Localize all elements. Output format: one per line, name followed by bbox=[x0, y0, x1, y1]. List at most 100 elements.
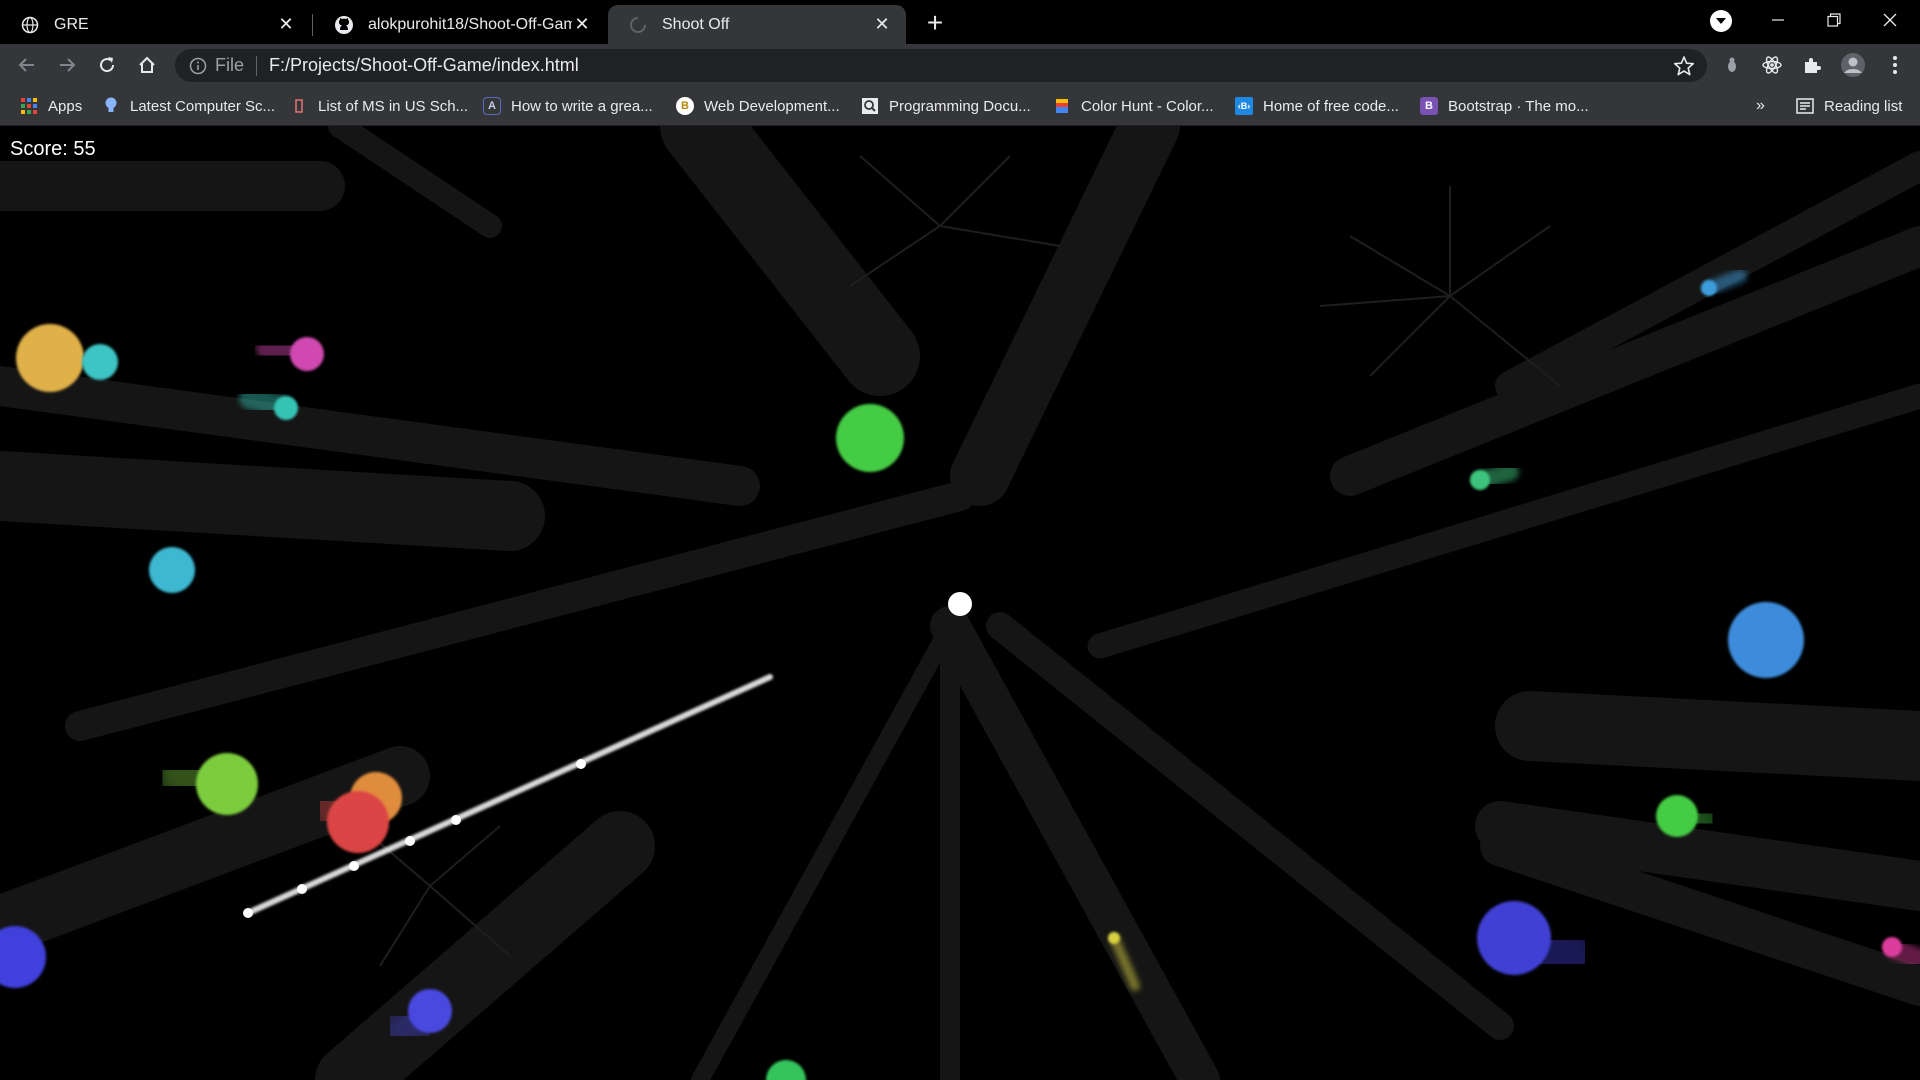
tab-strip: GRE ✕ alokpurohit18/Shoot-Off-Game: A ✕ … bbox=[0, 0, 1920, 44]
trail bbox=[1330, 226, 1920, 496]
particle bbox=[939, 155, 1011, 227]
globe-icon bbox=[20, 15, 40, 35]
tab-title: GRE bbox=[54, 15, 89, 33]
particle bbox=[859, 155, 941, 227]
back-button[interactable] bbox=[12, 50, 42, 80]
enemy bbox=[1477, 901, 1600, 988]
close-icon[interactable]: ✕ bbox=[572, 14, 592, 35]
bootstrap-icon: B bbox=[1420, 97, 1438, 115]
url-text[interactable]: F:/Projects/Shoot-Off-Game/index.html bbox=[269, 55, 579, 76]
tab-separator bbox=[312, 14, 313, 36]
bookmark-label: How to write a grea... bbox=[511, 97, 653, 115]
toolbar: File F:/Projects/Shoot-Off-Game/index.ht… bbox=[0, 44, 1920, 86]
lightbulb-icon bbox=[102, 97, 120, 115]
projectile bbox=[297, 884, 307, 894]
bookmark-label: Latest Computer Sc... bbox=[130, 97, 276, 115]
color-hunt-icon bbox=[1053, 97, 1071, 115]
particle bbox=[1369, 295, 1451, 377]
apps-grid-icon bbox=[20, 97, 38, 115]
tab-gre[interactable]: GRE ✕ bbox=[0, 5, 310, 44]
search-doc-icon bbox=[861, 97, 879, 115]
bookmark-label: Bootstrap · The mo... bbox=[1448, 97, 1589, 115]
bookmark-label: Programming Docu... bbox=[889, 97, 1031, 115]
url-scheme-label: File bbox=[215, 55, 245, 75]
trail bbox=[1087, 383, 1920, 659]
extensions-puzzle-icon[interactable] bbox=[1797, 50, 1827, 80]
bookmark-web-development[interactable]: B Web Development... bbox=[676, 94, 840, 118]
close-icon[interactable]: ✕ bbox=[276, 14, 296, 35]
forward-button[interactable] bbox=[52, 50, 82, 80]
trail bbox=[660, 126, 920, 396]
arrow-right-icon bbox=[60, 58, 76, 72]
close-icon[interactable]: ✕ bbox=[872, 14, 892, 35]
a-logo-icon: A bbox=[483, 97, 501, 115]
info-icon[interactable] bbox=[189, 57, 207, 75]
bookmarks-overflow-chevron-icon[interactable]: » bbox=[1756, 94, 1765, 118]
reload-button[interactable] bbox=[92, 50, 122, 80]
tab-search-icon[interactable] bbox=[1710, 10, 1732, 32]
github-icon bbox=[334, 15, 354, 35]
extension-bug-icon[interactable] bbox=[1717, 50, 1747, 80]
projectile bbox=[576, 759, 586, 769]
address-bar[interactable]: File F:/Projects/Shoot-Off-Game/index.ht… bbox=[175, 49, 1707, 82]
react-devtools-icon[interactable] bbox=[1757, 50, 1787, 80]
enemy bbox=[305, 781, 389, 853]
projectile bbox=[243, 908, 253, 918]
particle bbox=[849, 225, 941, 287]
projectile bbox=[349, 861, 359, 871]
enemy bbox=[1656, 795, 1722, 838]
reload-icon bbox=[100, 57, 115, 73]
tab-github[interactable]: alokpurohit18/Shoot-Off-Game: A ✕ bbox=[314, 5, 606, 44]
bookmark-latest-computer-sc[interactable]: Latest Computer Sc... bbox=[102, 94, 275, 118]
enemy bbox=[155, 749, 258, 815]
enemy bbox=[256, 334, 324, 371]
more-vert-icon[interactable] bbox=[1880, 50, 1910, 80]
particle bbox=[379, 885, 431, 967]
particle bbox=[1449, 225, 1551, 297]
bookmark-how-to-write[interactable]: A How to write a grea... bbox=[483, 94, 653, 118]
reading-list-button[interactable]: Reading list bbox=[1796, 94, 1902, 118]
close-window-button[interactable] bbox=[1862, 0, 1918, 40]
player bbox=[948, 592, 972, 616]
enemy bbox=[1728, 602, 1835, 678]
bookmark-label: Home of free code... bbox=[1263, 97, 1399, 115]
bookmark-bootstrap[interactable]: B Bootstrap · The mo... bbox=[1420, 94, 1589, 118]
home-icon bbox=[139, 56, 155, 73]
enemy bbox=[100, 547, 195, 593]
bookmark-label: Apps bbox=[48, 97, 83, 115]
loading-icon bbox=[628, 15, 648, 35]
bookmark-label: Web Development... bbox=[704, 97, 840, 115]
enemy bbox=[1470, 463, 1519, 490]
tab-shoot-off[interactable]: Shoot Off ✕ bbox=[608, 5, 906, 44]
code-b-icon: ‹B› bbox=[1235, 97, 1253, 115]
bookmark-apps[interactable]: Apps bbox=[20, 94, 82, 118]
new-tab-button[interactable]: + bbox=[920, 7, 950, 38]
particle bbox=[429, 825, 501, 887]
bookmark-list-of-ms[interactable]: List of MS in US Sch... bbox=[290, 94, 468, 118]
bookmark-home-of-free-code[interactable]: ‹B› Home of free code... bbox=[1235, 94, 1399, 118]
restore-button[interactable] bbox=[1806, 0, 1862, 40]
tab-title: Shoot Off bbox=[662, 15, 730, 33]
minimize-button[interactable] bbox=[1750, 0, 1806, 40]
projectile bbox=[405, 836, 415, 846]
bookmark-label: List of MS in US Sch... bbox=[318, 97, 469, 115]
particle bbox=[1319, 295, 1451, 307]
particle bbox=[1349, 235, 1451, 297]
browser-window: GRE ✕ alokpurohit18/Shoot-Off-Game: A ✕ … bbox=[0, 0, 1920, 1080]
particle bbox=[939, 225, 1061, 247]
bookmark-small-icon bbox=[290, 97, 308, 115]
enemy bbox=[1882, 937, 1920, 969]
enemy bbox=[55, 344, 118, 380]
bookmark-color-hunt[interactable]: Color Hunt - Color... bbox=[1053, 94, 1214, 118]
avatar[interactable] bbox=[1838, 50, 1868, 80]
tab-title: alokpurohit18/Shoot-Off-Game: A bbox=[368, 15, 572, 33]
star-icon[interactable] bbox=[1673, 55, 1695, 77]
b-circle-icon: B bbox=[676, 97, 694, 115]
trail bbox=[0, 451, 545, 551]
home-button[interactable] bbox=[132, 50, 162, 80]
game-canvas[interactable]: Score: 55 bbox=[0, 126, 1920, 1080]
omnibox-divider bbox=[256, 55, 258, 76]
reading-list-icon bbox=[1796, 97, 1814, 115]
bookmark-programming-docu[interactable]: Programming Docu... bbox=[861, 94, 1031, 118]
trail bbox=[950, 126, 1180, 506]
